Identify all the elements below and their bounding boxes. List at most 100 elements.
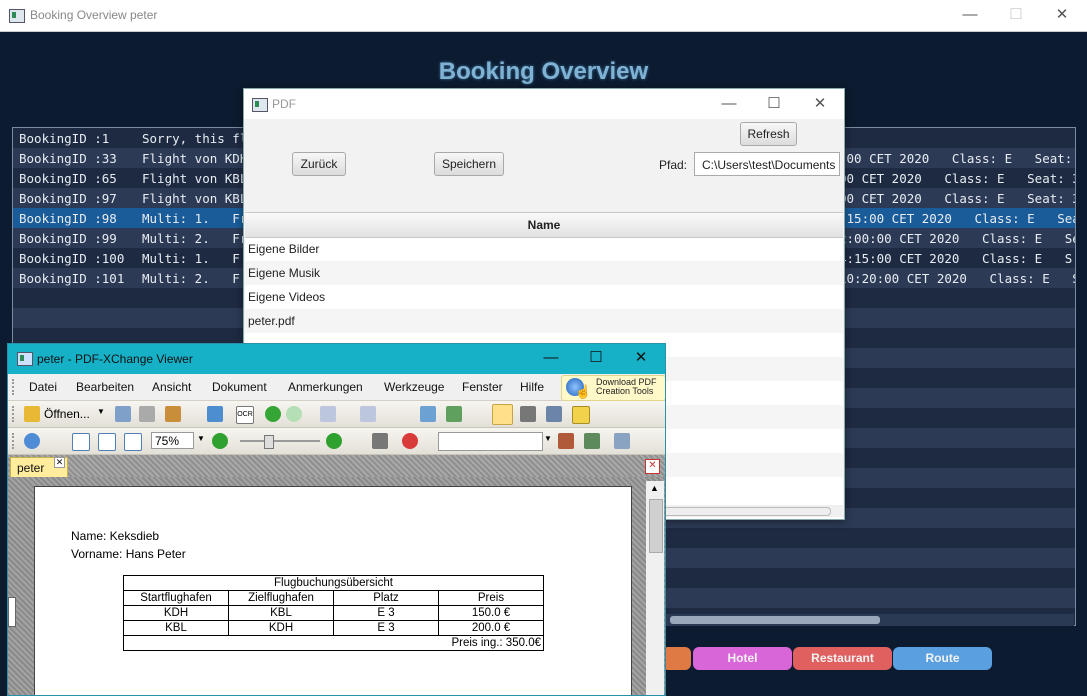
flight-cell: KBL — [228, 605, 334, 621]
toolbar-grip[interactable] — [12, 379, 17, 395]
column-header-name[interactable]: Name — [245, 213, 843, 238]
actual-size-icon[interactable] — [72, 433, 90, 451]
file-row[interactable]: Eigene Videos — [245, 285, 843, 309]
close-document-icon[interactable]: ✕ — [645, 459, 660, 474]
zoom-slider-handle[interactable] — [264, 435, 274, 449]
minimize-icon[interactable]: — — [719, 95, 739, 113]
scrollbar-thumb[interactable] — [649, 499, 663, 553]
ask-icon[interactable] — [402, 433, 418, 449]
typewriter-icon[interactable] — [572, 406, 590, 424]
booking-cell: Multi: 1. Fr — [142, 211, 248, 226]
hotel-button[interactable]: Hotel — [693, 647, 792, 670]
flight-table-header: Platz — [333, 590, 439, 606]
scan-icon[interactable] — [207, 406, 223, 422]
vorname-line: Vorname: Hans Peter — [71, 547, 186, 561]
file-row[interactable]: peter.pdf — [245, 309, 843, 333]
viewer-toolbar-zoom: 75% ▼ ▼ — [8, 428, 665, 455]
document-tab[interactable]: peter ✕ — [10, 457, 68, 479]
print-icon[interactable] — [139, 406, 155, 422]
zoom-in-icon[interactable] — [326, 433, 342, 449]
close-tab-icon[interactable]: ✕ — [54, 457, 65, 468]
nav-button-partial[interactable] — [662, 647, 691, 670]
forward-arrow-icon[interactable] — [286, 406, 302, 422]
document-tab-strip: peter ✕ ✕ — [8, 455, 665, 479]
zoom-icon[interactable] — [24, 433, 40, 449]
menu-hilfe[interactable]: Hilfe — [520, 380, 544, 394]
refresh-button[interactable]: Refresh — [740, 122, 797, 146]
menu-werkzeuge[interactable]: Werkzeuge — [384, 380, 444, 394]
chevron-down-icon[interactable]: ▼ — [197, 434, 205, 443]
zoom-slider[interactable] — [240, 440, 320, 442]
snapshot-icon[interactable] — [520, 406, 536, 422]
chevron-down-icon[interactable]: ▼ — [544, 434, 552, 443]
save-button[interactable]: Speichern — [434, 152, 504, 176]
booking-cell: Sorry, this fli — [142, 131, 255, 146]
minimize-icon[interactable]: — — [541, 349, 561, 367]
close-icon[interactable]: ✕ — [631, 349, 651, 367]
menu-dokument[interactable]: Dokument — [212, 380, 267, 394]
viewer-app-icon — [17, 352, 33, 366]
redo-icon[interactable] — [360, 406, 376, 422]
pdf-window-title: PDF — [272, 97, 296, 111]
select-text-icon[interactable] — [546, 406, 562, 422]
document-scrollbar[interactable]: ▲ — [646, 481, 664, 695]
booking-cell: 4:15:00 CET 2020 Class: E S — [839, 251, 1073, 266]
zoom-level-input[interactable]: 75% — [151, 432, 194, 449]
route-button[interactable]: Route — [893, 647, 992, 670]
file-row[interactable]: Eigene Musik — [245, 261, 843, 285]
close-icon[interactable]: ✕ — [1052, 6, 1072, 24]
maximize-icon[interactable]: ☐ — [1006, 6, 1026, 24]
chevron-down-icon[interactable]: ▼ — [97, 407, 105, 416]
toolbar-grip[interactable] — [12, 406, 17, 422]
find-icon[interactable] — [558, 433, 574, 449]
search-input[interactable] — [438, 432, 543, 451]
minimize-icon[interactable]: — — [960, 6, 980, 24]
hand-tool-icon[interactable] — [492, 404, 513, 425]
filter-icon[interactable] — [614, 433, 630, 449]
menu-fenster[interactable]: Fenster — [462, 380, 503, 394]
menu-ansicht[interactable]: Ansicht — [152, 380, 191, 394]
page-extract-icon[interactable] — [446, 406, 462, 422]
booking-cell: BookingID :101 — [19, 271, 125, 286]
download-pdf-tools-button[interactable]: ☝ Download PDF Creation Tools — [561, 375, 665, 401]
scrollbar-thumb[interactable] — [670, 616, 880, 624]
menu-bearbeiten[interactable]: Bearbeiten — [76, 380, 134, 394]
close-icon[interactable]: ✕ — [810, 95, 830, 113]
rotate-icon[interactable] — [420, 406, 436, 422]
back-button[interactable]: Zurück — [292, 152, 346, 176]
binoculars-icon[interactable] — [372, 433, 388, 449]
zoom-out-icon[interactable] — [212, 433, 228, 449]
document-area: Name: Keksdieb Vorname: Hans Peter Flugb… — [8, 477, 665, 695]
flight-cell: KDH — [123, 605, 229, 621]
maximize-icon[interactable]: ☐ — [764, 95, 784, 113]
toolbar-grip[interactable] — [12, 433, 17, 449]
fit-width-icon[interactable] — [124, 433, 142, 451]
side-panel-toggle[interactable] — [8, 597, 16, 627]
undo-icon[interactable] — [320, 406, 336, 422]
save-icon[interactable] — [115, 406, 131, 422]
flight-cell: 200.0 € — [438, 620, 544, 636]
maximize-icon[interactable]: ☐ — [586, 349, 606, 367]
restaurant-button[interactable]: Restaurant — [793, 647, 892, 670]
booking-list-scrollbar[interactable] — [660, 614, 1074, 626]
booking-cell: BookingID :1 — [19, 131, 110, 146]
menu-datei[interactable]: Datei — [29, 380, 57, 394]
file-row[interactable]: Eigene Bilder — [245, 237, 843, 261]
flight-table-header: Preis — [438, 590, 544, 606]
booking-cell: BookingID :99 — [19, 231, 117, 246]
flight-cell: KBL — [123, 620, 229, 636]
flight-table-title: Flugbuchungsübersicht — [123, 575, 544, 591]
ocr-icon[interactable]: OCR — [236, 406, 254, 424]
back-arrow-icon[interactable] — [265, 406, 281, 422]
flight-table: Flugbuchungsübersicht Startflughafen Zie… — [123, 575, 544, 651]
chevron-up-icon[interactable]: ▲ — [650, 483, 659, 493]
menu-anmerkungen[interactable]: Anmerkungen — [288, 380, 363, 394]
path-input[interactable]: C:\Users\test\Documents — [694, 152, 840, 176]
viewer-window-title: peter - PDF-XChange Viewer — [37, 352, 193, 366]
fit-page-icon[interactable] — [98, 433, 116, 451]
find-next-icon[interactable] — [584, 433, 600, 449]
flight-table-header: Zielflughafen — [228, 590, 334, 606]
package-icon[interactable] — [165, 406, 181, 422]
open-button[interactable]: Öffnen... — [44, 407, 90, 421]
open-folder-icon[interactable] — [24, 406, 40, 422]
